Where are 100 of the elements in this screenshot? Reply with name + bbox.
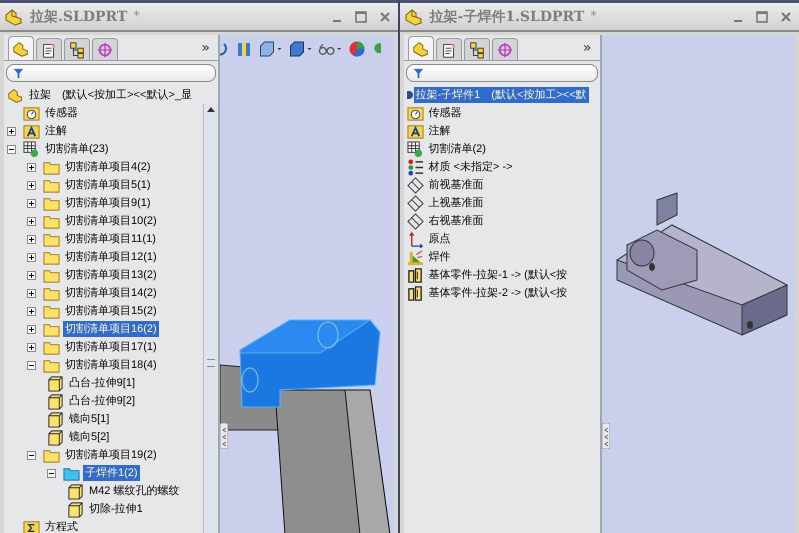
tree-item[interactable]: 传感器 [426,105,464,121]
document-icon [40,40,58,58]
tree-item[interactable]: 切除-拉伸1 [87,501,145,517]
equation-folder-icon [23,518,40,533]
filter-icon [412,68,424,78]
part-tree-icon [412,40,430,58]
tree-item[interactable]: 原点 [426,231,452,247]
expand-toggle[interactable] [7,144,16,154]
modified-marker: * [133,9,140,24]
part-tree-icon [12,40,30,58]
tree-item[interactable]: 传感器 [43,105,80,121]
expand-toggle[interactable] [27,180,36,190]
material-icon [406,158,424,176]
expand-toggle[interactable] [27,162,36,172]
filter-icon [13,68,24,78]
window-title: 拉架.SLDPRT [30,8,128,26]
tree-item[interactable]: 切割清单项目11(1) [63,231,158,247]
tree-item[interactable]: 材质 <未指定> -> [426,159,515,175]
tree-item[interactable]: 切割清单(23) [43,141,111,157]
filter-field[interactable] [6,64,216,82]
hierarchy-icon [68,40,86,58]
section-view-icon[interactable] [235,40,253,58]
modified-marker: * [590,9,597,24]
panel-tab[interactable] [36,38,62,60]
maximize-icon[interactable] [755,10,769,24]
more-tabs-button[interactable]: » [201,40,214,60]
tree-item[interactable]: 切割清单项目17(1) [63,339,159,355]
tree-item[interactable]: 镜向5[2] [67,429,112,445]
sensor-folder-icon [23,104,40,122]
expand-toggle[interactable] [27,234,36,244]
tree-item[interactable]: M42 螺纹孔的螺纹 [87,483,182,499]
expand-toggle[interactable] [27,198,36,208]
view-orientation-icon[interactable] [258,40,283,58]
crosshair-icon [96,40,114,58]
tree-item[interactable]: 上视基准面 [426,195,486,211]
tree-item[interactable]: 拉架 (默认<按加工><<默认>_显 [27,87,194,103]
panel-tab[interactable] [436,38,462,60]
solid-body-icon [47,374,64,392]
expand-toggle[interactable] [27,252,36,262]
tree-item[interactable]: 方程式 [43,519,80,533]
hierarchy-icon [468,40,486,58]
tree-item[interactable]: 切割清单项目4(2) [63,159,153,175]
tree-item[interactable]: 右视基准面 [426,213,486,229]
display-style-icon[interactable] [288,40,313,58]
solid-body-icon [67,482,84,500]
tree-item[interactable]: 切割清单项目15(2) [63,303,159,319]
tree-item[interactable]: 凸台-拉伸9[2] [67,393,138,409]
window-title: 拉架-子焊件1.SLDPRT [430,8,584,26]
maximize-icon[interactable] [354,10,368,24]
plane-icon [406,212,424,230]
tree-item[interactable]: 拉架-子焊件1 (默认<按加工><<默 [414,87,589,103]
tree-item[interactable]: 切割清单项目16(2) [63,321,159,337]
panel-tab[interactable] [8,36,34,60]
origin-icon [406,230,424,248]
tree-item[interactable]: 切割清单项目14(2) [63,285,159,301]
tree-item[interactable]: 子焊件1(2) [83,465,140,481]
tree-item[interactable]: 切割清单项目19(2) [63,447,159,463]
panel-tab[interactable] [64,38,90,60]
close-icon[interactable] [378,10,392,24]
rollback-marker [406,91,412,99]
weldment-icon [406,248,424,266]
tree-item[interactable]: 切割清单项目5(1) [63,177,153,193]
expand-toggle[interactable] [27,360,36,370]
tree-item[interactable]: 基体零件-拉架-2 -> (默认<按 [426,285,570,301]
filter-field[interactable] [406,64,598,82]
collapse-handle-icon[interactable] [220,423,228,449]
tree-item[interactable]: 前视基准面 [426,177,486,193]
expand-toggle[interactable] [27,324,36,334]
linked-part-icon [406,284,424,302]
tree-item[interactable]: 焊件 [426,249,452,265]
tree-item[interactable]: 切割清单项目10(2) [63,213,159,229]
tree-item[interactable]: 基体零件-拉架-1 -> (默认<按 [426,267,570,283]
more-tabs-button[interactable]: » [582,40,596,60]
expand-toggle[interactable] [27,288,36,298]
expand-toggle[interactable] [7,126,16,136]
expand-toggle[interactable] [47,468,56,478]
solid-body-icon [67,500,84,518]
expand-toggle[interactable] [27,306,36,316]
tree-item[interactable]: 切割清单项目18(4) [63,357,159,373]
close-icon[interactable] [779,10,793,24]
tree-item[interactable]: 注解 [426,123,452,139]
appearance-icon[interactable] [348,40,366,58]
expand-toggle[interactable] [27,216,36,226]
expand-toggle[interactable] [27,450,36,460]
scroll-bar[interactable] [203,104,218,533]
tree-item[interactable]: 注解 [43,123,69,139]
tree-item[interactable]: 凸台-拉伸9[1] [67,375,138,391]
solid-body-icon [47,410,64,428]
linked-part-icon [406,266,424,284]
annotation-folder-icon [406,122,424,140]
tree-item[interactable]: 切割清单项目9(1) [63,195,153,211]
panel-tab[interactable] [408,36,434,60]
plane-icon [406,176,424,194]
tree-item[interactable]: 切割清单项目13(2) [63,267,159,283]
tree-item[interactable]: 镜向5[1] [67,411,112,427]
panel-tab[interactable] [464,38,490,60]
tree-item[interactable]: 切割清单(2) [426,141,488,157]
expand-toggle[interactable] [27,270,36,280]
expand-toggle[interactable] [27,342,36,352]
tree-item[interactable]: 切割清单项目12(1) [63,249,159,265]
